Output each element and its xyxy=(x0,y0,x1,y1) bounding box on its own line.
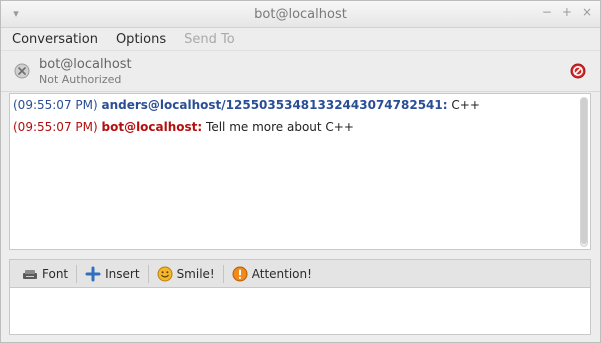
format-toolbar: Font Insert Smile! Attention! xyxy=(9,259,591,287)
minimize-icon[interactable]: − xyxy=(542,5,552,19)
toolbar-separator xyxy=(147,264,149,283)
window-menu-icon[interactable]: ▾ xyxy=(9,7,23,21)
title-bar: ▾ bot@localhost − + × xyxy=(1,1,600,28)
menu-bar: Conversation Options Send To xyxy=(1,28,600,51)
insert-plus-icon xyxy=(85,266,101,281)
window-controls: − + × xyxy=(542,5,592,19)
contact-name: bot@localhost xyxy=(39,57,132,72)
log-scrollbar-thumb[interactable] xyxy=(581,98,587,244)
message-sender: bot@localhost: xyxy=(101,120,203,134)
attention-icon xyxy=(232,266,248,281)
font-label: Font xyxy=(42,266,69,281)
message-sender: anders@localhost/12550353481332443074782… xyxy=(101,98,448,112)
toolbar-separator xyxy=(222,264,224,283)
smiley-icon xyxy=(157,266,173,281)
block-icon[interactable] xyxy=(570,63,586,79)
message-text: Tell me more about C++ xyxy=(206,120,354,134)
message-row: (09:55:07 PM) anders@localhost/125503534… xyxy=(13,98,480,112)
attention-button[interactable]: Attention! xyxy=(226,263,318,285)
insert-button[interactable]: Insert xyxy=(79,263,145,285)
menu-options[interactable]: Options xyxy=(111,32,171,47)
insert-label: Insert xyxy=(105,266,140,281)
close-icon[interactable]: × xyxy=(582,5,592,19)
toolbar-separator xyxy=(76,264,78,283)
message-input[interactable] xyxy=(9,287,591,335)
smile-button[interactable]: Smile! xyxy=(151,263,221,285)
message-timestamp: (09:55:07 PM) xyxy=(13,98,98,112)
not-authorized-status-icon xyxy=(14,63,30,79)
attention-label: Attention! xyxy=(251,266,312,281)
message-text: C++ xyxy=(451,98,480,112)
font-icon xyxy=(23,269,37,279)
message-timestamp: (09:55:07 PM) xyxy=(13,120,98,134)
smile-label: Smile! xyxy=(176,266,215,281)
chat-window: ▾ bot@localhost − + × Conversation Optio… xyxy=(0,0,601,343)
font-button[interactable]: Font xyxy=(16,263,74,285)
window-title: bot@localhost xyxy=(254,6,347,22)
menu-send-to[interactable]: Send To xyxy=(179,32,240,47)
maximize-icon[interactable]: + xyxy=(562,5,572,19)
message-row: (09:55:07 PM) bot@localhost: Tell me mor… xyxy=(13,120,354,134)
contact-status: Not Authorized xyxy=(39,73,122,86)
contact-header: bot@localhost Not Authorized xyxy=(1,51,600,92)
menu-conversation[interactable]: Conversation xyxy=(7,32,103,47)
conversation-log[interactable]: (09:55:07 PM) anders@localhost/125503534… xyxy=(9,93,591,250)
